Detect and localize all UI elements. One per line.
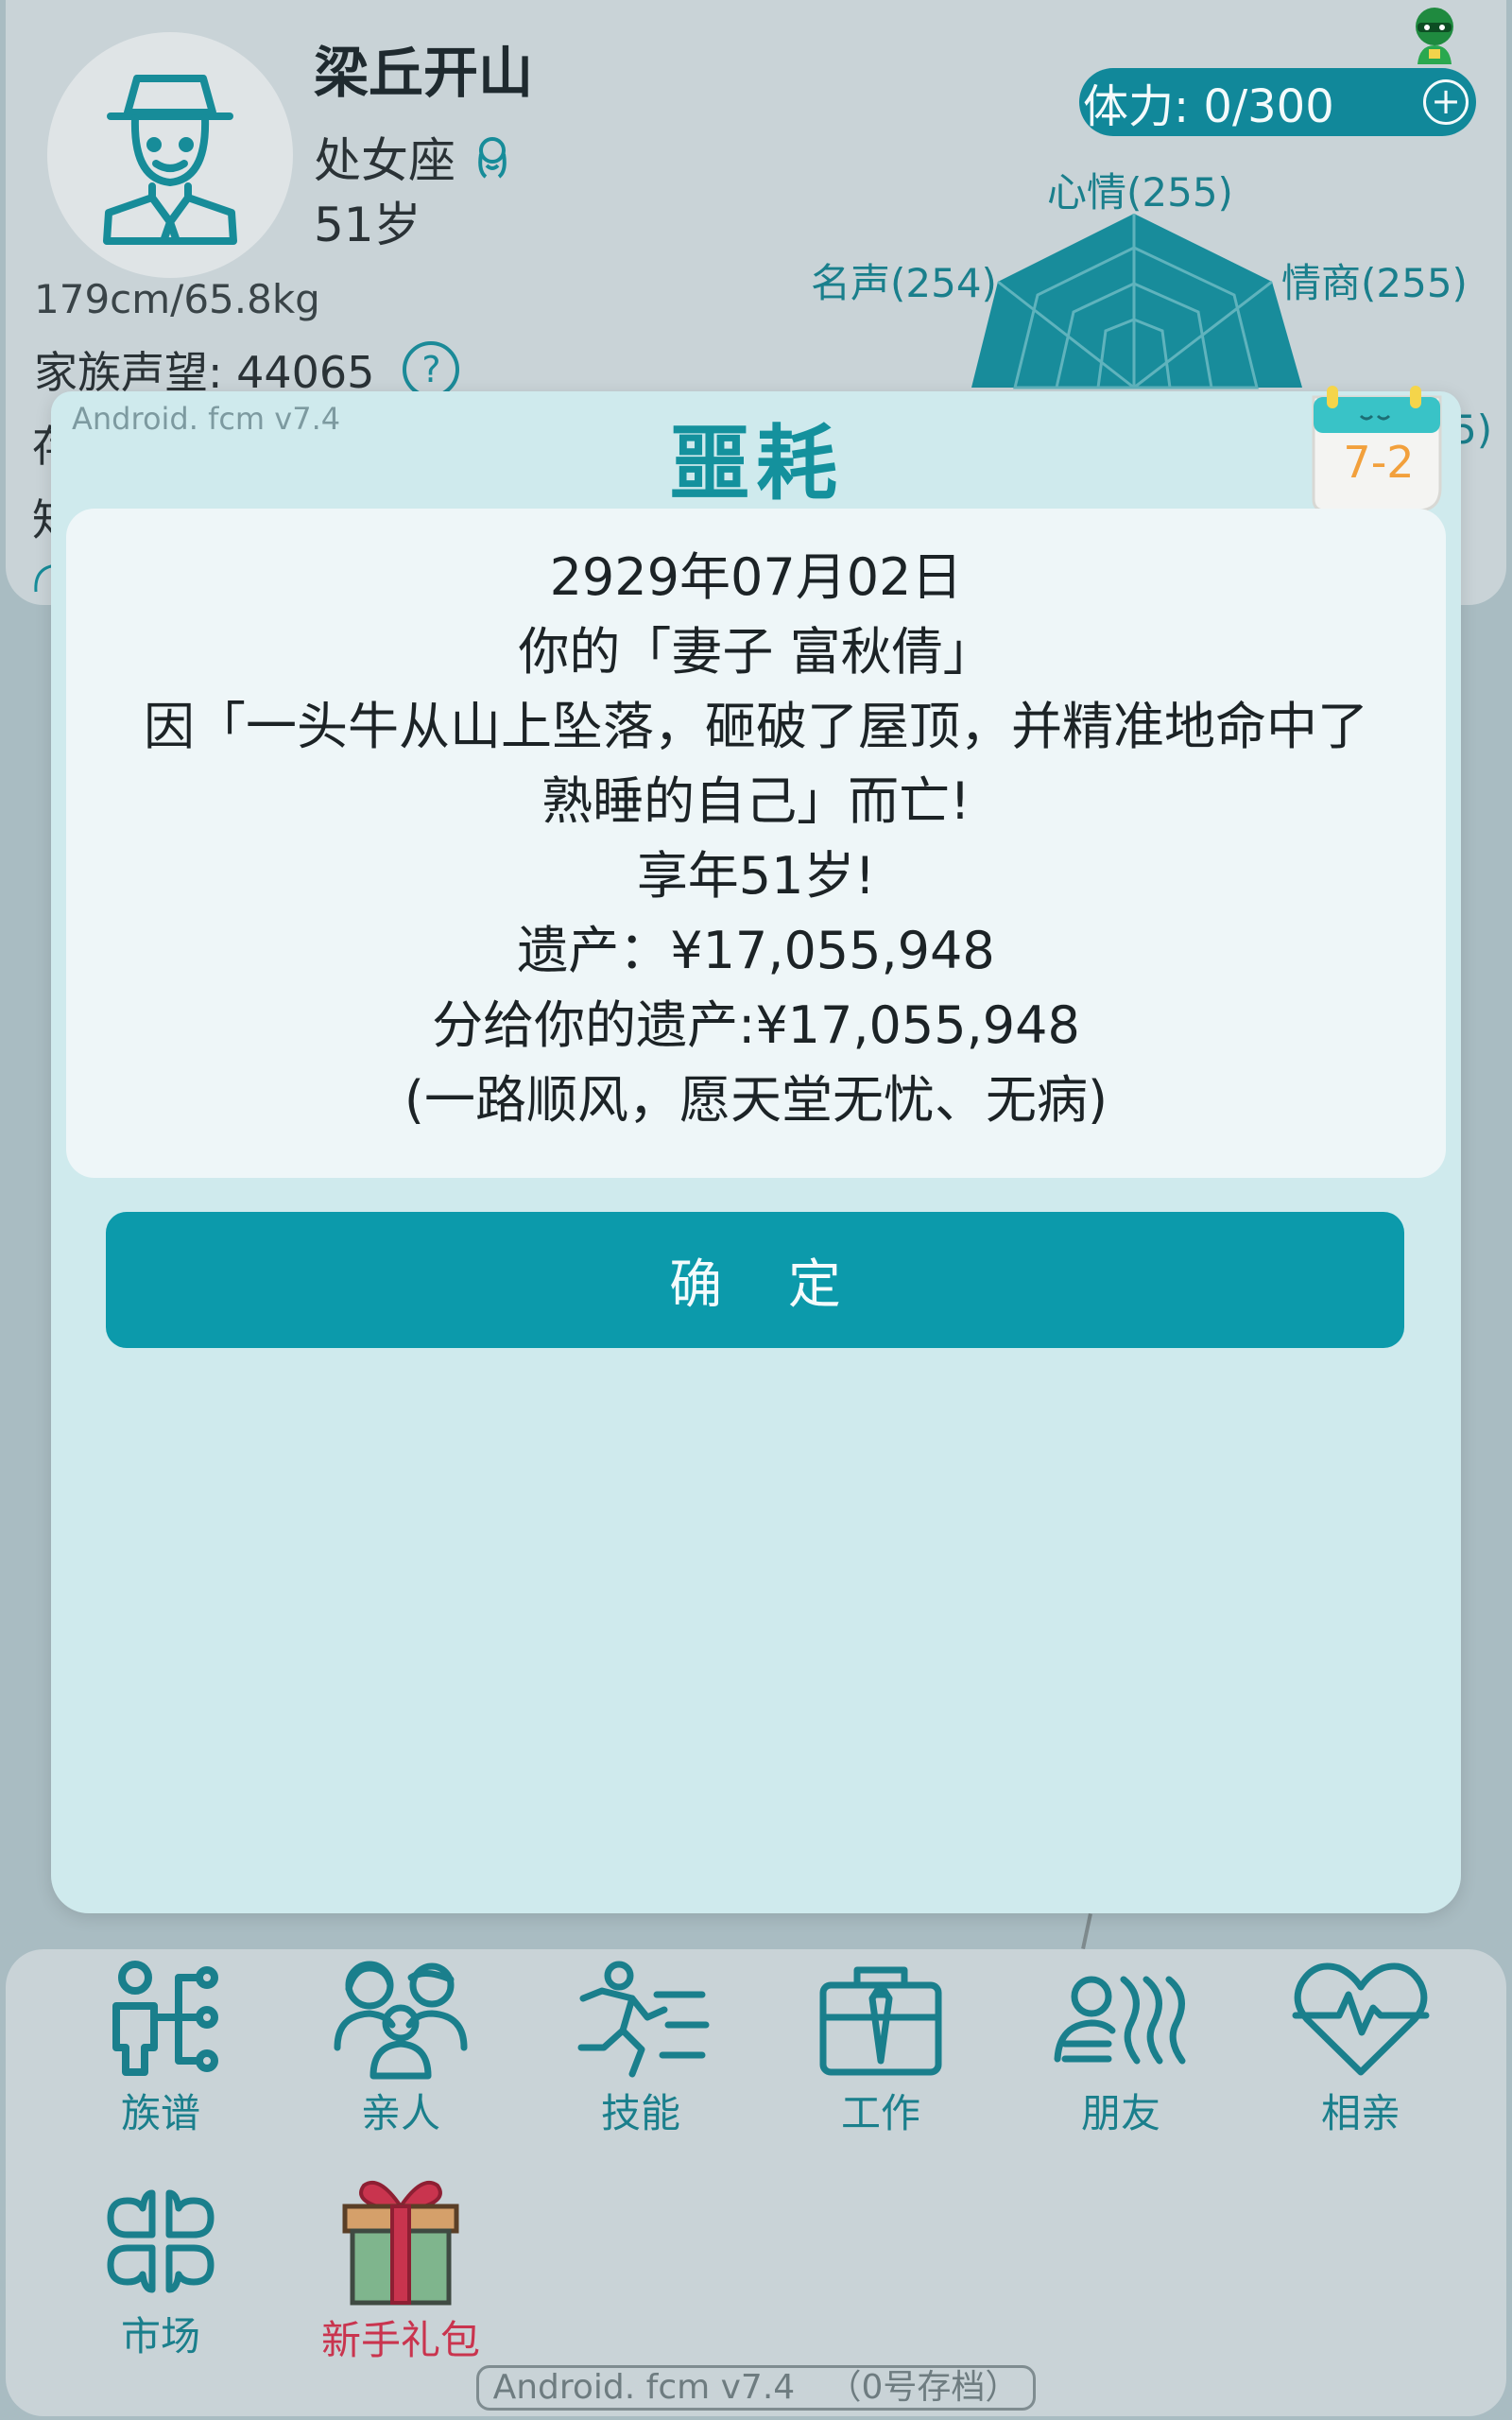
stamina-bar[interactable]: 体力: 0/300 +: [1079, 68, 1476, 136]
nav-label-family-tree: 族谱: [120, 2090, 200, 2136]
heart-pulse-icon: [1292, 1962, 1430, 2076]
bad-news-dialog: Android. fcm v7.4 噩耗 7-2 2929年07月02日 你的「…: [51, 386, 1461, 1913]
nav-item-relatives[interactable]: 亲人: [306, 1957, 495, 2139]
dialog-title: 噩耗: [669, 417, 843, 511]
message-box: 2929年07月02日 你的「妻子 富秋倩」 因「一头牛从山上坠落，砸破了屋顶，…: [66, 509, 1446, 1178]
message-cause-1: 因「一头牛从山上坠落，砸破了屋顶，并精准地命中了: [144, 697, 1368, 756]
message-farewell: (一路顺风，愿天堂无忧、无病): [404, 1070, 1108, 1130]
friends-icon: [1054, 1976, 1186, 2065]
height-weight: 179cm/65.8kg: [34, 276, 320, 322]
calendar-icon: 7-2: [1308, 384, 1450, 516]
nav-item-friends[interactable]: 朋友: [1026, 1957, 1215, 2139]
virgo-icon: [478, 137, 507, 179]
nav-label-starter-gift: 新手礼包: [320, 2317, 480, 2363]
mascot-icon[interactable]: [1404, 4, 1465, 68]
gift-box-icon: [342, 2180, 459, 2306]
message-cause-2: 熟睡的自己」而亡!: [541, 771, 971, 831]
function-menu-panel: 族谱 亲人 技能 工作 朋友 相亲 市场 新手礼包: [6, 1949, 1506, 2416]
clover-market-icon: [107, 2189, 215, 2293]
family-tree-icon: [112, 1961, 218, 2076]
nav-item-skills[interactable]: 技能: [546, 1957, 735, 2139]
message-inheritance: 分给你的遗产:¥17,055,948: [432, 995, 1080, 1055]
avatar[interactable]: [47, 32, 293, 278]
calendar-date: 7-2: [1343, 437, 1415, 488]
nav-item-work[interactable]: 工作: [786, 1957, 975, 2139]
help-icon[interactable]: ?: [403, 341, 460, 398]
attribute-radar-chart: [971, 214, 1302, 389]
nav-item-market[interactable]: 市场: [66, 2180, 255, 2362]
player-name: 梁丘开山: [314, 41, 534, 105]
nav-label-market: 市场: [120, 2313, 200, 2360]
message-date: 2929年07月02日: [549, 547, 963, 607]
relatives-icon: [334, 1961, 468, 2080]
version-save-slot[interactable]: Android. fcm v7.4 （0号存档）: [476, 2365, 1036, 2411]
divider-line: [1081, 1912, 1092, 1950]
nav-label-dating: 相亲: [1320, 2090, 1400, 2136]
stamina-label: 体力: 0/300: [1083, 80, 1334, 133]
running-skill-icon: [577, 1961, 710, 2078]
man-avatar-icon: [103, 75, 237, 245]
nav-item-starter-gift[interactable]: 新手礼包: [306, 2172, 495, 2366]
zodiac-label: 处女座: [314, 133, 455, 188]
player-age: 51岁: [314, 198, 421, 252]
nav-label-relatives: 亲人: [360, 2090, 440, 2136]
message-estate: 遗产：¥17,055,948: [517, 921, 995, 980]
add-stamina-icon[interactable]: +: [1423, 79, 1469, 125]
nav-item-family-tree[interactable]: 族谱: [66, 1957, 255, 2139]
nav-label-work: 工作: [840, 2090, 920, 2136]
message-age: 享年51岁!: [636, 846, 876, 906]
nav-label-skills: 技能: [600, 2090, 680, 2136]
nav-label-friends: 朋友: [1080, 2090, 1160, 2136]
message-relation: 你的「妻子 富秋倩」: [518, 622, 994, 682]
zodiac-row: 处女座: [314, 123, 516, 191]
nav-item-dating[interactable]: 相亲: [1266, 1957, 1455, 2139]
confirm-button[interactable]: 确 定: [106, 1212, 1404, 1348]
briefcase-icon: [819, 1966, 942, 2076]
